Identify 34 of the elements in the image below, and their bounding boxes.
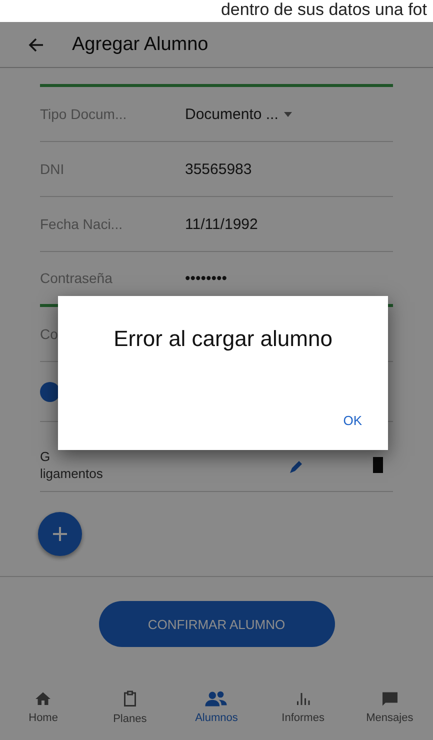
- form-field[interactable]: Tipo Docum... Documento ...: [40, 87, 393, 142]
- field-value: 11/11/1992: [185, 216, 258, 232]
- add-button[interactable]: [38, 512, 82, 556]
- nav-tab[interactable]: Planes: [92, 688, 168, 726]
- plus-icon: [52, 526, 68, 542]
- chat-icon: [380, 690, 399, 708]
- nav-tab[interactable]: Informes: [265, 689, 342, 725]
- ok-button[interactable]: OK: [339, 407, 366, 434]
- nav-tab[interactable]: Alumnos: [178, 689, 254, 725]
- people-icon: [205, 690, 228, 708]
- pencil-icon[interactable]: [289, 460, 303, 474]
- field-label: Contraseña: [40, 270, 112, 286]
- back-arrow-icon[interactable]: [28, 36, 44, 52]
- caption-text: dentro de sus datos una fot: [220, 0, 427, 21]
- nav-tab[interactable]: Home: [5, 689, 82, 725]
- field-label: DNI: [40, 161, 64, 177]
- field-value: 35565983: [185, 160, 252, 178]
- confirm-button[interactable]: CONFIRMAR ALUMNO: [98, 601, 334, 647]
- screen-title: Agregar Alumno: [72, 34, 208, 56]
- form-field[interactable]: Fecha Naci... 11/11/1992: [40, 197, 393, 252]
- field-label: Fecha Naci...: [40, 216, 122, 232]
- field-label: Co: [40, 326, 58, 342]
- bar-chart-icon: [294, 690, 312, 708]
- dialog-message: Error al cargar alumno: [114, 326, 332, 352]
- form-field[interactable]: DNI 35565983: [40, 142, 393, 197]
- field-value: Documento ...: [185, 106, 292, 122]
- check-circle-icon[interactable]: [40, 382, 60, 402]
- dropdown-caret-icon: [284, 112, 292, 116]
- square-icon[interactable]: [373, 456, 383, 472]
- nav-tab[interactable]: Mensajes: [352, 689, 428, 725]
- field-value: ••••••••: [185, 270, 228, 286]
- home-icon: [34, 690, 52, 708]
- injury-label: G ligamentos: [40, 448, 104, 482]
- field-label: Tipo Docum...: [40, 106, 127, 122]
